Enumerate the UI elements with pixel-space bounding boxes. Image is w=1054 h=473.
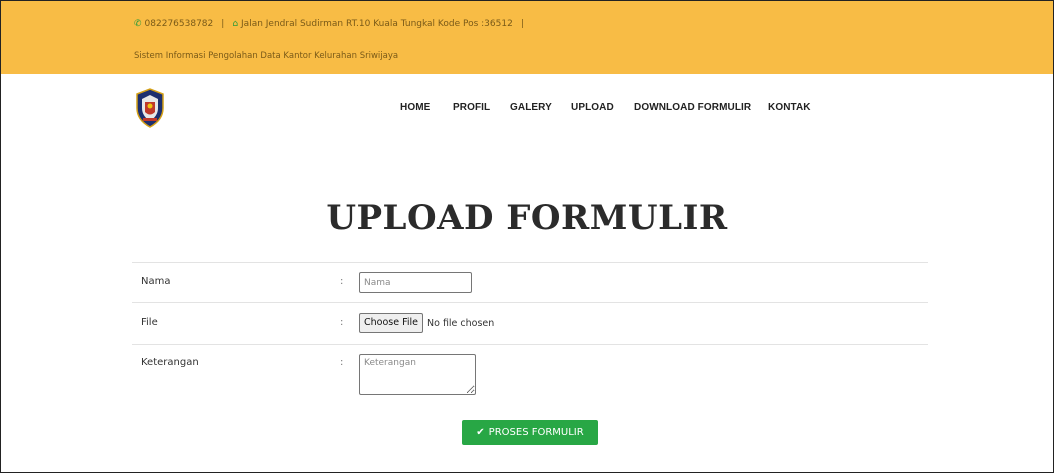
nav-item-home[interactable]: HOME xyxy=(400,102,430,113)
choose-file-button[interactable]: Choose File xyxy=(359,313,423,333)
nama-label: Nama xyxy=(141,276,171,287)
nav-item-kontak[interactable]: KONTAK xyxy=(768,102,811,113)
form-row-keterangan: Keterangan : xyxy=(132,344,928,395)
keterangan-label: Keterangan xyxy=(141,357,199,368)
main-nav: HOME PROFIL GALERY UPLOAD DOWNLOAD FORMU… xyxy=(0,102,1054,118)
check-icon: ✔ xyxy=(476,427,485,438)
separator: | xyxy=(520,19,524,29)
colon: : xyxy=(340,276,344,287)
file-label: File xyxy=(141,317,158,328)
colon: : xyxy=(340,317,344,328)
home-icon: ⌂ xyxy=(232,19,239,29)
nav-item-galery[interactable]: GALERY xyxy=(510,102,552,113)
nav-item-profil[interactable]: PROFIL xyxy=(453,102,490,113)
address-text: Jalan Jendral Sudirman RT.10 Kuala Tungk… xyxy=(241,19,513,29)
proses-formulir-button[interactable]: ✔ PROSES FORMULIR xyxy=(462,420,598,445)
form-row-nama: Nama : xyxy=(132,262,928,302)
phone-number: 082276538782 xyxy=(144,19,214,29)
nama-input[interactable] xyxy=(359,272,472,293)
submit-label: PROSES FORMULIR xyxy=(488,427,584,438)
nav-item-download-formulir[interactable]: DOWNLOAD FORMULIR xyxy=(634,102,751,113)
colon: : xyxy=(340,357,344,368)
keterangan-textarea[interactable] xyxy=(359,354,476,395)
form-row-file: File : Choose File No file chosen xyxy=(132,302,928,344)
separator: | xyxy=(221,19,225,29)
site-tagline: Sistem Informasi Pengolahan Data Kantor … xyxy=(134,51,399,61)
upload-form: Nama : File : Choose File No file chosen… xyxy=(132,262,928,395)
contact-info: ✆ 082276538782 | ⌂ Jalan Jendral Sudirma… xyxy=(134,19,532,29)
phone-icon: ✆ xyxy=(134,19,142,29)
file-input: Choose File No file chosen xyxy=(359,313,494,333)
page-title: UPLOAD FORMULIR xyxy=(326,198,728,238)
nav-item-upload[interactable]: UPLOAD xyxy=(571,102,614,113)
file-status: No file chosen xyxy=(427,317,495,329)
top-info-bar xyxy=(1,1,1053,74)
